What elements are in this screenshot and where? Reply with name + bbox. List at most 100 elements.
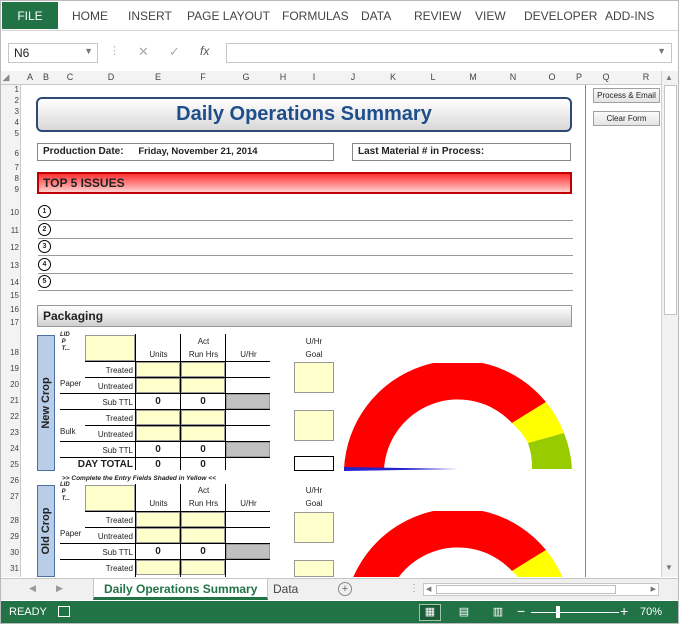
- row-header[interactable]: 5: [1, 129, 19, 138]
- goal-entry-cell[interactable]: [294, 560, 334, 577]
- row-header[interactable]: 2: [1, 96, 19, 105]
- next-sheet-icon[interactable]: ▶: [56, 583, 63, 594]
- chevron-down-icon[interactable]: ▼: [84, 46, 93, 56]
- column-header[interactable]: Q: [602, 72, 609, 82]
- scroll-down-icon[interactable]: ▼: [665, 563, 673, 572]
- row-header[interactable]: 21: [1, 396, 19, 405]
- entry-cell[interactable]: [181, 362, 225, 377]
- sheet-tab-daily-operations-summary[interactable]: Daily Operations Summary: [93, 579, 269, 600]
- sheet-tab-splitter-icon[interactable]: ⋮: [409, 583, 419, 594]
- tab-insert[interactable]: INSERT: [128, 9, 172, 23]
- row-header[interactable]: 27: [1, 492, 19, 501]
- entry-cell[interactable]: [136, 426, 180, 441]
- scroll-right-icon[interactable]: ▶: [651, 585, 656, 593]
- page-break-preview-icon[interactable]: ▥: [487, 604, 509, 621]
- tab-home[interactable]: HOME: [72, 9, 108, 23]
- tab-developer[interactable]: DEVELOPER: [524, 9, 597, 23]
- check-icon[interactable]: ✓: [169, 44, 180, 60]
- goal-total-cell[interactable]: [294, 456, 334, 471]
- entry-cell[interactable]: [136, 362, 180, 377]
- row-header[interactable]: 29: [1, 532, 19, 541]
- issue-row[interactable]: 5: [38, 274, 573, 291]
- entry-cell[interactable]: [181, 560, 225, 575]
- tab-data[interactable]: DATA: [361, 9, 391, 23]
- column-header[interactable]: R: [643, 72, 650, 82]
- column-header[interactable]: A: [27, 72, 33, 82]
- formula-input[interactable]: ▼: [226, 43, 672, 63]
- scroll-thumb[interactable]: [664, 85, 677, 315]
- row-header[interactable]: 4: [1, 118, 19, 127]
- zoom-level[interactable]: 70%: [640, 606, 662, 618]
- entry-cell[interactable]: [181, 528, 225, 543]
- goal-entry-cell[interactable]: [294, 410, 334, 441]
- file-tab[interactable]: FILE: [2, 2, 58, 29]
- tab-formulas[interactable]: FORMULAS: [282, 9, 349, 23]
- column-header[interactable]: D: [108, 72, 115, 82]
- row-header[interactable]: 14: [1, 278, 19, 287]
- worksheet[interactable]: Daily Operations Summary Production Date…: [22, 85, 661, 577]
- entry-cell[interactable]: [181, 410, 225, 425]
- column-header[interactable]: C: [67, 72, 74, 82]
- entry-cell[interactable]: [136, 378, 180, 393]
- tab-view[interactable]: VIEW: [475, 9, 506, 23]
- row-header[interactable]: 12: [1, 243, 19, 252]
- row-header[interactable]: 16: [1, 305, 19, 314]
- row-header[interactable]: 10: [1, 208, 19, 217]
- column-header[interactable]: M: [469, 72, 477, 82]
- insert-function-icon[interactable]: fx: [200, 44, 209, 58]
- tab-add-ins[interactable]: ADD-INS: [605, 9, 654, 23]
- row-header[interactable]: 15: [1, 291, 19, 300]
- goal-entry-cell[interactable]: [294, 512, 334, 543]
- row-header[interactable]: 26: [1, 476, 19, 485]
- row-header[interactable]: 13: [1, 261, 19, 270]
- select-all-icon[interactable]: ◢: [3, 72, 10, 83]
- column-header[interactable]: P: [576, 72, 582, 82]
- entry-cell[interactable]: [136, 410, 180, 425]
- expand-formula-icon[interactable]: ▼: [657, 46, 666, 56]
- row-header[interactable]: 31: [1, 564, 19, 573]
- scroll-left-icon[interactable]: ◀: [426, 585, 431, 593]
- scroll-thumb[interactable]: [436, 585, 616, 594]
- vertical-scrollbar[interactable]: ▲ ▼: [661, 71, 678, 577]
- column-header[interactable]: K: [390, 72, 396, 82]
- entry-cell[interactable]: [136, 560, 180, 575]
- column-header[interactable]: I: [313, 72, 316, 82]
- issue-row[interactable]: 1: [38, 204, 573, 221]
- cross-icon[interactable]: ✕: [138, 44, 149, 60]
- row-header[interactable]: 11: [1, 226, 19, 235]
- tab-page-layout[interactable]: PAGE LAYOUT: [187, 9, 270, 23]
- column-header[interactable]: E: [155, 72, 161, 82]
- row-header[interactable]: 30: [1, 548, 19, 557]
- column-header[interactable]: B: [43, 72, 49, 82]
- row-header[interactable]: 18: [1, 348, 19, 357]
- name-box[interactable]: N6 ▼: [8, 43, 98, 63]
- entry-cell[interactable]: [181, 426, 225, 441]
- entry-cell[interactable]: [181, 512, 225, 527]
- zoom-out-icon[interactable]: −: [517, 603, 525, 619]
- row-header[interactable]: 19: [1, 364, 19, 373]
- old-crop-gauge-chart[interactable]: [340, 511, 576, 577]
- production-date-value[interactable]: Friday, November 21, 2014: [138, 146, 257, 157]
- entry-cell[interactable]: [136, 528, 180, 543]
- row-header[interactable]: 17: [1, 318, 19, 327]
- zoom-slider-handle[interactable]: [556, 606, 560, 618]
- normal-view-icon[interactable]: ▦: [419, 604, 441, 621]
- horizontal-scrollbar[interactable]: ◀ ▶: [423, 583, 659, 596]
- plus-circle-icon[interactable]: +: [338, 582, 352, 596]
- entry-cell[interactable]: [181, 378, 225, 393]
- row-header[interactable]: 8: [1, 174, 19, 183]
- row-header[interactable]: 6: [1, 149, 19, 158]
- row-header[interactable]: 22: [1, 412, 19, 421]
- entry-cell[interactable]: [85, 485, 135, 511]
- page-layout-view-icon[interactable]: ▤: [453, 604, 475, 621]
- macro-recording-icon[interactable]: [58, 606, 70, 617]
- entry-cell[interactable]: [85, 335, 135, 361]
- row-header[interactable]: 20: [1, 380, 19, 389]
- issue-row[interactable]: 3: [38, 239, 573, 256]
- row-header[interactable]: 28: [1, 516, 19, 525]
- tab-review[interactable]: REVIEW: [414, 9, 461, 23]
- column-header[interactable]: N: [510, 72, 517, 82]
- process-email-button[interactable]: Process & Email: [593, 88, 660, 103]
- sheet-tab-data[interactable]: Data: [263, 579, 308, 600]
- column-header[interactable]: F: [200, 72, 206, 82]
